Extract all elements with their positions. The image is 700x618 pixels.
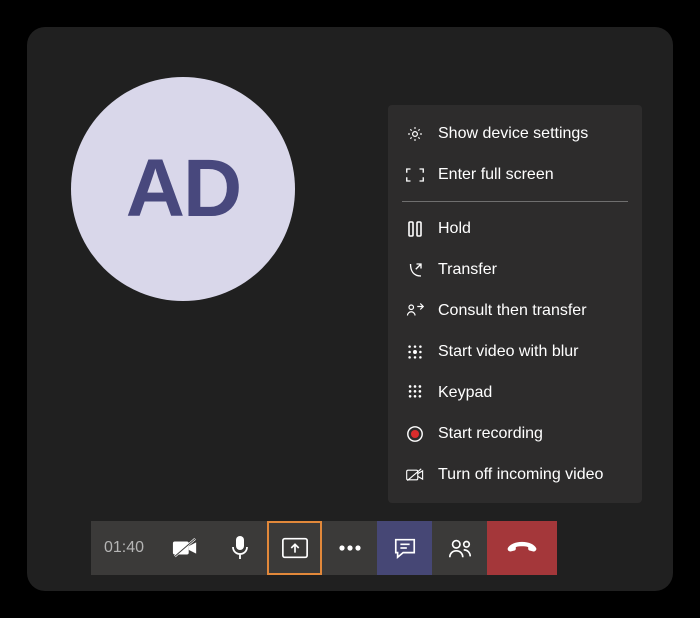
transfer-icon — [406, 261, 424, 279]
blur-icon — [406, 343, 424, 361]
gear-icon — [406, 125, 424, 143]
camera-toggle-button[interactable] — [157, 521, 212, 575]
people-icon — [447, 537, 473, 559]
menu-item-start-recording[interactable]: Start recording — [388, 413, 642, 454]
fullscreen-icon — [406, 166, 424, 184]
menu-item-label: Show device settings — [438, 125, 588, 143]
video-off-icon — [406, 466, 424, 484]
menu-item-hold[interactable]: Hold — [388, 208, 642, 249]
mic-icon — [230, 535, 250, 561]
menu-item-device-settings[interactable]: Show device settings — [388, 113, 642, 154]
share-screen-button[interactable] — [267, 521, 322, 575]
menu-item-label: Hold — [438, 220, 471, 238]
menu-item-label: Turn off incoming video — [438, 466, 603, 484]
call-timer: 01:40 — [91, 521, 157, 575]
menu-item-label: Keypad — [438, 384, 492, 402]
menu-item-full-screen[interactable]: Enter full screen — [388, 154, 642, 195]
menu-item-consult-transfer[interactable]: Consult then transfer — [388, 290, 642, 331]
record-icon — [406, 425, 424, 443]
chat-icon — [393, 536, 417, 560]
menu-item-label: Transfer — [438, 261, 497, 279]
camera-off-icon — [172, 537, 198, 559]
more-actions-button[interactable] — [322, 521, 377, 575]
chat-button[interactable] — [377, 521, 432, 575]
avatar-initials: AD — [126, 142, 240, 236]
menu-item-turn-off-incoming-video[interactable]: Turn off incoming video — [388, 454, 642, 495]
consult-transfer-icon — [406, 302, 424, 320]
menu-separator — [402, 201, 628, 202]
menu-item-label: Enter full screen — [438, 166, 554, 184]
menu-item-video-blur[interactable]: Start video with blur — [388, 331, 642, 372]
menu-item-label: Start video with blur — [438, 343, 579, 361]
menu-item-label: Consult then transfer — [438, 302, 587, 320]
keypad-icon — [406, 384, 424, 402]
more-actions-menu: Show device settings Enter full screen H… — [388, 105, 642, 503]
hangup-icon — [507, 540, 537, 556]
share-screen-icon — [281, 536, 309, 560]
participants-button[interactable] — [432, 521, 487, 575]
pause-icon — [406, 220, 424, 238]
ellipsis-icon — [338, 544, 362, 552]
mic-toggle-button[interactable] — [212, 521, 267, 575]
call-window: AD Show device settings Enter full scree… — [27, 27, 673, 591]
avatar: AD — [71, 77, 295, 301]
menu-item-keypad[interactable]: Keypad — [388, 372, 642, 413]
menu-item-label: Start recording — [438, 425, 543, 443]
call-toolbar: 01:40 — [91, 521, 557, 575]
menu-item-transfer[interactable]: Transfer — [388, 249, 642, 290]
hangup-button[interactable] — [487, 521, 557, 575]
